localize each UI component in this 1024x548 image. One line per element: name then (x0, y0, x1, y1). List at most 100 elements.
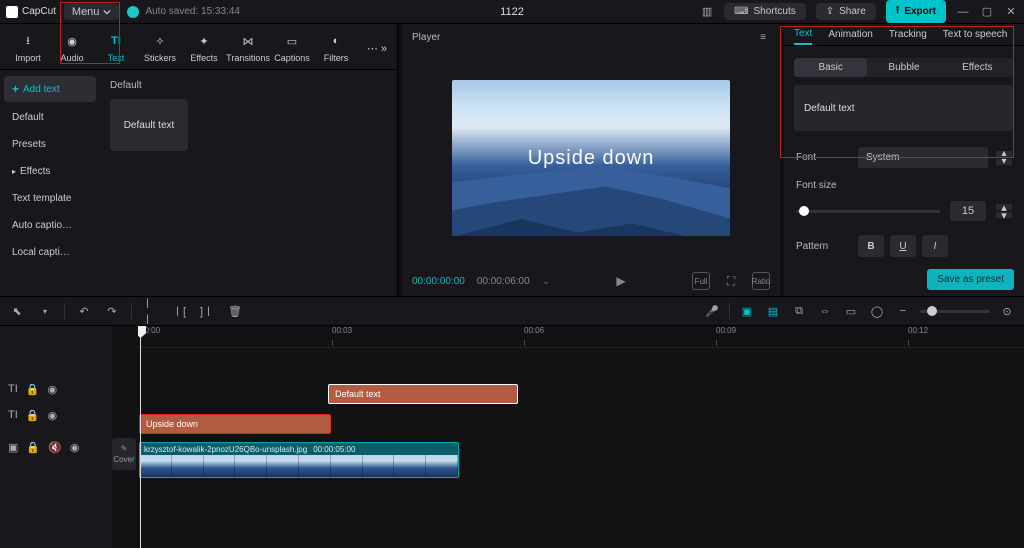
share-button[interactable]: ⇪ Share (816, 3, 876, 20)
align-icon[interactable]: ⇔ (816, 302, 834, 320)
tab-captions[interactable]: ▭Captions (270, 28, 314, 67)
redo-icon[interactable]: ↷ (103, 302, 121, 320)
tab-audio[interactable]: ◉Audio (50, 28, 94, 67)
delete-icon[interactable]: 🗑 (226, 302, 244, 320)
magnet-track-icon[interactable]: ▤ (764, 302, 782, 320)
timeline-tracks[interactable]: 00:00 00:03 00:06 00:09 00:12 Default te… (138, 326, 1024, 548)
side-text-template[interactable]: Text template (4, 187, 96, 210)
close-icon[interactable]: ✕ (1004, 5, 1018, 19)
subtab-effects[interactable]: Effects (941, 58, 1014, 77)
default-text-thumb[interactable]: Default text (110, 99, 188, 151)
fontsize-stepper[interactable]: ▴▾ (996, 204, 1012, 218)
tab-stickers[interactable]: ✧Stickers (138, 28, 182, 67)
font-stepper[interactable]: ▴▾ (996, 151, 1012, 165)
save-preset-button[interactable]: Save as preset (927, 269, 1014, 290)
clip-video[interactable]: krzysztof-kowalik-2pnozU26QBo-unsplash.j… (139, 442, 459, 478)
underline-button[interactable]: U (890, 235, 916, 257)
zoom-fit-icon[interactable]: ⊙ (998, 302, 1016, 320)
side-auto-captions[interactable]: Auto captio… (4, 214, 96, 237)
fullscreen-button[interactable]: Full (692, 272, 710, 290)
tab-import[interactable]: ⭳Import (6, 28, 50, 67)
zoom-minus-icon[interactable]: − (894, 302, 912, 320)
maximize-icon[interactable]: ▢ (980, 5, 994, 19)
mute-icon[interactable]: 🔇 (48, 441, 62, 454)
video-track[interactable]: krzysztof-kowalik-2pnozU26QBo-unsplash.j… (138, 442, 1024, 478)
eye-icon[interactable]: ◉ (47, 383, 57, 396)
tab-text[interactable]: TIText (94, 28, 138, 67)
ratio-button[interactable]: Ratio (752, 272, 770, 290)
side-add-text[interactable]: +Add text (4, 76, 96, 102)
current-time: 00:00:00:00 (412, 276, 465, 287)
subtab-bubble[interactable]: Bubble (867, 58, 940, 77)
tab-filters[interactable]: ◐Filters (314, 28, 358, 67)
expand-icon[interactable]: ⛶ (722, 272, 740, 290)
fontsize-slider[interactable] (796, 210, 940, 213)
lock-icon[interactable]: 🔒 (26, 383, 40, 396)
subtab-basic[interactable]: Basic (794, 58, 867, 77)
split-right-icon[interactable]: ]〡 (198, 302, 216, 320)
preview-icon[interactable]: ▭ (842, 302, 860, 320)
playhead[interactable] (140, 326, 141, 548)
italic-button[interactable]: I (922, 235, 948, 257)
undo-icon[interactable]: ↶ (75, 302, 93, 320)
time-chevron-icon[interactable]: ⌄ (542, 276, 550, 287)
text-track-2[interactable]: Upside down (138, 412, 1024, 438)
insp-tab-text[interactable]: Text (794, 24, 812, 45)
inspector-tabs: Text Animation Tracking Text to speech (784, 24, 1024, 46)
zoom-out-icon[interactable]: ◯ (868, 302, 886, 320)
keyboard-icon: ⌨ (734, 6, 748, 17)
split-left-icon[interactable]: 〡[ (170, 302, 188, 320)
share-icon: ⇪ (826, 6, 834, 17)
more-tabs-button[interactable]: ⋯ » (363, 38, 391, 59)
side-effects[interactable]: ▸Effects (4, 160, 96, 183)
eye-icon[interactable]: ◉ (70, 441, 80, 454)
link-icon[interactable]: ⧉ (790, 302, 808, 320)
side-local-captions[interactable]: Local capti… (4, 241, 96, 264)
insp-tab-animation[interactable]: Animation (828, 25, 872, 44)
side-presets[interactable]: Presets (4, 133, 96, 156)
player-canvas[interactable]: Upside down (402, 50, 780, 266)
audio-icon: ◉ (63, 32, 81, 50)
player-menu-icon[interactable]: ≡ (756, 30, 770, 44)
tab-effects[interactable]: ✦Effects (182, 28, 226, 67)
caret-right-icon: ▸ (12, 167, 16, 176)
pointer-tool-icon[interactable]: ⬉ (8, 302, 26, 320)
minimize-icon[interactable]: — (956, 5, 970, 19)
fontsize-value[interactable]: 15 (950, 201, 986, 221)
shortcuts-button[interactable]: ⌨ Shortcuts (724, 3, 806, 20)
filters-icon: ◐ (327, 32, 345, 50)
bold-button[interactable]: B (858, 235, 884, 257)
text-track-1[interactable]: Default text (138, 382, 1024, 408)
insp-tab-tracking[interactable]: Tracking (889, 25, 927, 44)
play-button[interactable]: ▶ (612, 272, 630, 290)
side-default[interactable]: Default (4, 106, 96, 129)
eye-icon[interactable]: ◉ (47, 409, 57, 422)
text-icon: TI (107, 32, 125, 50)
layout-icon[interactable]: ▥ (700, 5, 714, 19)
split-icon[interactable]: 〡〡 (142, 302, 160, 320)
lock-icon[interactable]: 🔒 (26, 441, 40, 454)
export-button[interactable]: ⭱ Export (886, 0, 946, 23)
transitions-icon: ⋈ (239, 32, 257, 50)
menubar: CapCut Menu Auto saved: 15:33:44 1122 ▥ … (0, 0, 1024, 24)
chevron-down-icon[interactable]: ▾ (36, 302, 54, 320)
cover-button[interactable]: ✎ Cover (112, 438, 136, 470)
assets-grid: Default Default text (100, 70, 397, 296)
video-track-head: ▣ 🔒 🔇 ◉ (0, 428, 112, 466)
menu-button[interactable]: Menu (64, 4, 120, 20)
insp-tab-tts[interactable]: Text to speech (943, 25, 1007, 44)
clip-default-text[interactable]: Default text (328, 384, 518, 404)
tab-transitions[interactable]: ⋈Transitions (226, 28, 270, 67)
preview-text-overlay: Upside down (452, 80, 730, 236)
mic-icon[interactable]: 🎤 (703, 302, 721, 320)
zoom-slider[interactable] (920, 310, 990, 313)
clip-upside-down[interactable]: Upside down (139, 414, 331, 434)
player-controls: 00:00:00:00 00:00:06:00 ⌄ ▶ Full ⛶ Ratio (402, 266, 780, 296)
pattern-label: Pattern (796, 241, 850, 252)
text-content-input[interactable] (794, 85, 1014, 131)
magnet-main-icon[interactable]: ▣ (738, 302, 756, 320)
ruler[interactable]: 00:00 00:03 00:06 00:09 00:12 (138, 326, 1024, 348)
ruler-tick: 00:06 (524, 326, 544, 335)
font-select[interactable]: System (858, 147, 988, 168)
lock-icon[interactable]: 🔒 (26, 409, 40, 422)
